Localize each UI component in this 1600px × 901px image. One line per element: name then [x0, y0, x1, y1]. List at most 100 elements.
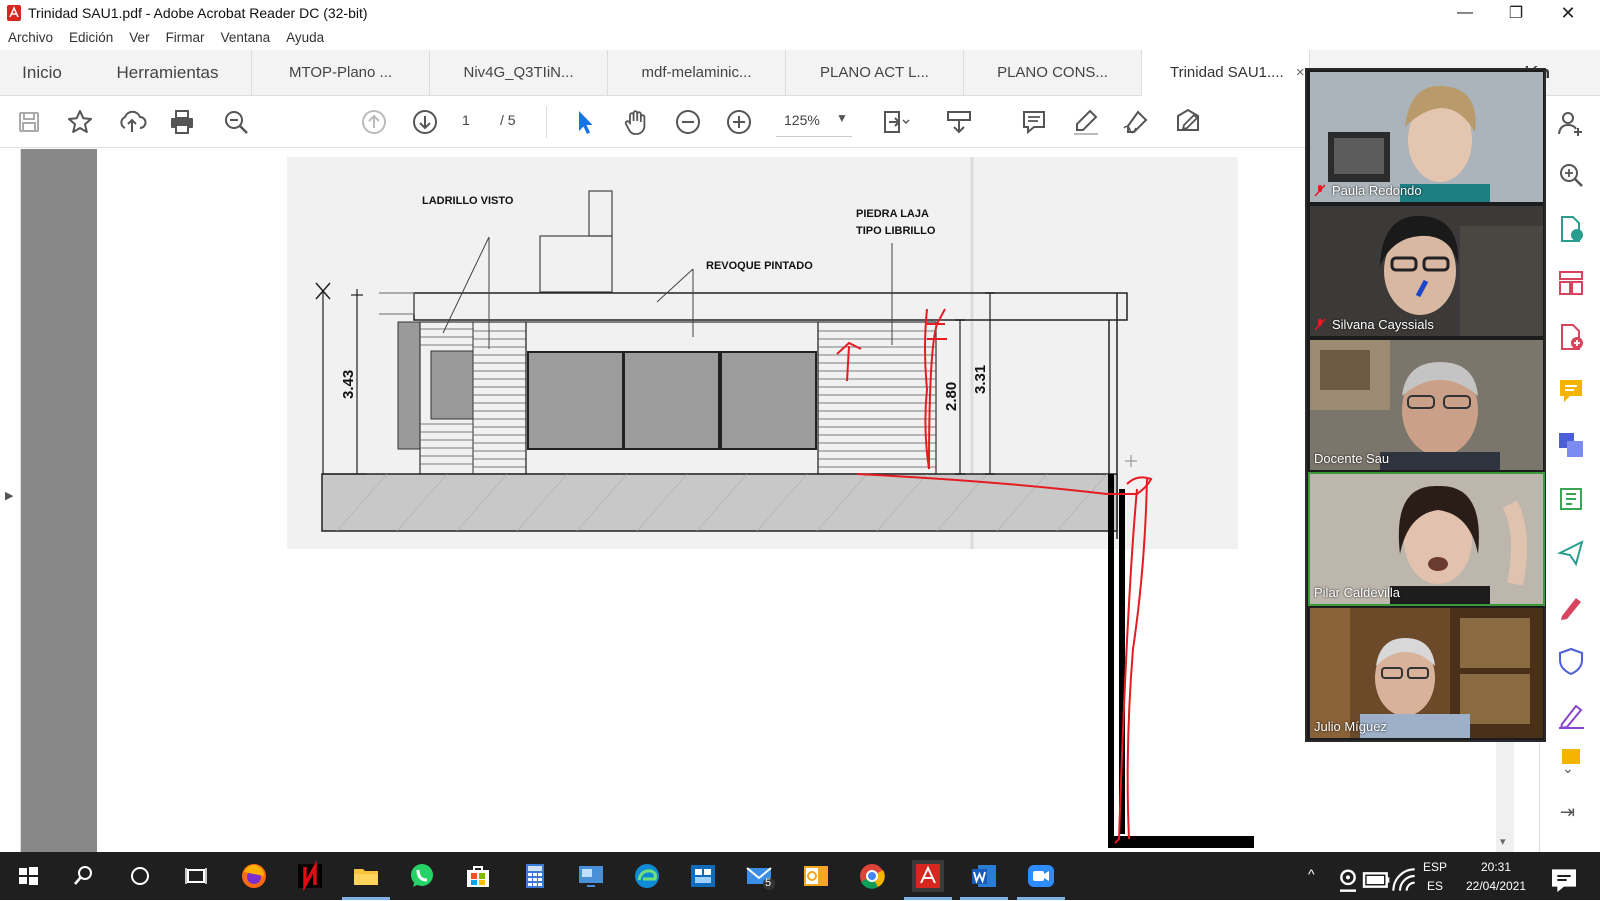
send-review-icon[interactable]	[1556, 538, 1586, 568]
menu-ver[interactable]: Ver	[129, 26, 149, 50]
muted-mic-icon	[1314, 318, 1326, 331]
tab-document[interactable]: mdf-melaminic...	[608, 50, 786, 96]
whatsapp-icon[interactable]	[406, 860, 438, 892]
hand-icon[interactable]	[620, 106, 652, 138]
chevron-up-icon[interactable]: ^	[1308, 866, 1315, 882]
fit-page-icon[interactable]	[878, 106, 910, 138]
language-indicator[interactable]: ESP	[1423, 860, 1447, 874]
zoom-out-icon[interactable]	[672, 106, 704, 138]
task-view-icon[interactable]	[180, 860, 212, 892]
zoom-tool-icon[interactable]	[1556, 160, 1586, 190]
label-ladrillo: LADRILLO VISTO	[422, 195, 514, 207]
outlook-icon[interactable]	[800, 860, 832, 892]
clock-date[interactable]: 22/04/2021	[1456, 879, 1536, 893]
muted-mic-icon	[1314, 184, 1326, 197]
select-arrow-icon[interactable]	[568, 106, 600, 138]
keyboard-layout-indicator[interactable]: ES	[1427, 879, 1443, 893]
scroll-mode-icon[interactable]	[943, 106, 975, 138]
left-panel-collapsed[interactable]: ▶	[0, 149, 21, 852]
fill-sign-tool-icon[interactable]	[1556, 592, 1586, 622]
page-down-icon[interactable]	[409, 106, 441, 138]
chevron-right-icon[interactable]: ▶	[5, 489, 13, 502]
close-button[interactable]: ✕	[1545, 0, 1591, 26]
windows-taskbar: 5 ^ ESP ES 20:31 22/04/2021	[0, 852, 1600, 900]
label-revoque: REVOQUE PINTADO	[706, 260, 813, 272]
participant-tile[interactable]: Silvana Cayssials	[1310, 206, 1543, 336]
star-icon[interactable]	[64, 106, 96, 138]
expand-tools-icon[interactable]: ⌄	[1562, 760, 1574, 777]
participant-name: Julio Míguez	[1314, 719, 1387, 734]
export-pdf-icon[interactable]	[1556, 214, 1586, 244]
battery-icon[interactable]	[1360, 864, 1390, 888]
tab-active-document[interactable]: Trinidad SAU1.... ×	[1142, 50, 1310, 96]
file-explorer-icon[interactable]	[342, 860, 390, 900]
page-up-icon[interactable]	[358, 106, 390, 138]
comment-tool-icon[interactable]	[1556, 376, 1586, 406]
tab-inicio[interactable]: Inicio	[0, 50, 84, 96]
chrome-icon[interactable]	[856, 860, 888, 892]
menu-firmar[interactable]: Firmar	[166, 26, 205, 50]
search-icon[interactable]	[68, 860, 100, 892]
word-icon[interactable]	[960, 860, 1008, 900]
comment-icon[interactable]	[1018, 106, 1050, 138]
participant-tile[interactable]: Paula Redondo	[1310, 72, 1543, 202]
organize-pages-icon[interactable]	[1556, 268, 1586, 298]
protect-icon[interactable]	[1556, 646, 1586, 676]
save-icon[interactable]	[13, 106, 45, 138]
combine-files-icon[interactable]	[1556, 430, 1586, 460]
zoom-level-select[interactable]: 125%	[784, 112, 820, 128]
firefox-icon[interactable]	[238, 860, 270, 892]
pdf-page[interactable]: LADRILLO VISTO REVOQUE PINTADO PIEDRA LA…	[97, 149, 1428, 852]
menu-archivo[interactable]: Archivo	[8, 26, 53, 50]
create-pdf-icon[interactable]	[1556, 322, 1586, 352]
tab-document[interactable]: MTOP-Plano ...	[252, 50, 430, 96]
windows-start-icon[interactable]	[12, 860, 44, 892]
edge-icon[interactable]	[631, 860, 663, 892]
netflix-icon[interactable]	[294, 860, 326, 892]
chevron-down-icon[interactable]: ▼	[836, 111, 848, 125]
dimension-2-80: 2.80	[943, 382, 960, 411]
remote-app-icon[interactable]	[687, 860, 719, 892]
sign-icon[interactable]	[1120, 106, 1152, 138]
edit-pdf-icon[interactable]	[1556, 484, 1586, 514]
scroll-down-icon[interactable]: ▾	[1500, 835, 1506, 848]
cortana-icon[interactable]	[124, 860, 156, 892]
tab-herramientas[interactable]: Herramientas	[84, 50, 252, 96]
acrobat-taskbar-icon[interactable]	[904, 860, 952, 900]
tab-document[interactable]: Niv4G_Q3TIiN...	[430, 50, 608, 96]
webcam-icon[interactable]	[1332, 864, 1356, 892]
collapse-panel-icon[interactable]: ⇥	[1560, 802, 1575, 823]
remote-desktop-icon[interactable]	[575, 860, 607, 892]
clock-time[interactable]: 20:31	[1456, 860, 1536, 874]
mail-icon[interactable]: 5	[744, 860, 776, 892]
menu-bar: Archivo Edición Ver Firmar Ventana Ayuda	[0, 26, 1600, 50]
upload-icon[interactable]	[116, 106, 148, 138]
window-title: Trinidad SAU1.pdf - Adobe Acrobat Reader…	[28, 5, 368, 21]
search-zoom-icon[interactable]	[220, 106, 252, 138]
zoom-meetings-icon[interactable]	[1017, 860, 1065, 900]
page-number-input[interactable]: 1	[462, 112, 470, 128]
restore-button[interactable]: ❐	[1493, 0, 1539, 26]
participant-tile[interactable]: Julio Míguez	[1310, 608, 1543, 738]
zoom-in-icon[interactable]	[723, 106, 755, 138]
menu-edicion[interactable]: Edición	[69, 26, 113, 50]
tab-document[interactable]: PLANO ACT L...	[786, 50, 964, 96]
participant-name: Docente Sau	[1314, 451, 1390, 466]
menu-ayuda[interactable]: Ayuda	[286, 26, 324, 50]
highlight-icon[interactable]	[1070, 106, 1102, 138]
calculator-icon[interactable]	[519, 860, 551, 892]
participant-tile-active-speaker[interactable]: Pilar Caldevilla	[1308, 472, 1545, 606]
tab-document[interactable]: PLANO CONS...	[964, 50, 1142, 96]
microsoft-store-icon[interactable]	[462, 860, 494, 892]
share-user-icon[interactable]	[1556, 108, 1586, 138]
print-icon[interactable]	[166, 106, 198, 138]
tab-close-icon[interactable]: ×	[1296, 64, 1305, 81]
fill-sign-icon[interactable]	[1172, 106, 1204, 138]
menu-ventana[interactable]: Ventana	[221, 26, 271, 50]
wifi-icon[interactable]	[1388, 864, 1415, 891]
label-piedra-1: PIEDRA LAJA	[856, 208, 929, 220]
request-signature-icon[interactable]	[1556, 700, 1586, 730]
participant-tile[interactable]: Docente Sau	[1310, 340, 1543, 470]
minimize-button[interactable]: —	[1442, 0, 1488, 26]
notifications-icon[interactable]	[1548, 864, 1576, 892]
